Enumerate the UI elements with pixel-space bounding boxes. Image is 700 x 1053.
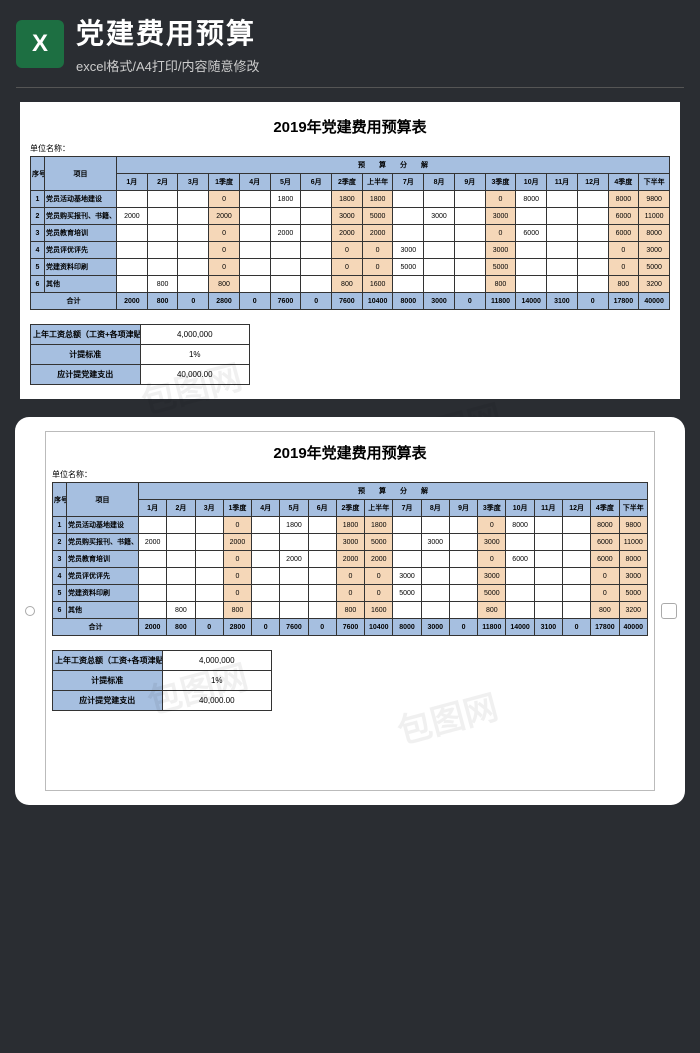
- col-header: 5月: [270, 174, 301, 191]
- col-header: 上半年: [362, 174, 393, 191]
- tablet-mockup: 2019年党建费用预算表 单位名称： 序号 项目 预 算 分 解 1月2月3月1…: [15, 417, 685, 805]
- col-header: 1季度: [209, 174, 240, 191]
- col-header: 下半年: [619, 500, 647, 517]
- col-header: 10月: [506, 500, 534, 517]
- budget-table: 序号 项目 预 算 分 解 1月2月3月1季度4月5月6月2季度上半年7月8月9…: [52, 482, 648, 636]
- col-header: 12月: [577, 174, 608, 191]
- table-row: 4党员评优评先0003000300003000: [53, 568, 648, 585]
- col-header: 9月: [454, 174, 485, 191]
- col-header: 3月: [195, 500, 223, 517]
- table-row: 4党员评优评先0003000300003000: [31, 242, 670, 259]
- col-header: 4月: [252, 500, 280, 517]
- unit-label: 单位名称：: [52, 469, 648, 480]
- th-group: 预 算 分 解: [117, 157, 670, 174]
- col-header: 6月: [301, 174, 332, 191]
- col-header: 4季度: [591, 500, 619, 517]
- col-header: 3季度: [478, 500, 506, 517]
- col-header: 上半年: [365, 500, 393, 517]
- banner-subtitle: excel格式/A4打印/内容随意修改: [76, 56, 259, 75]
- sum-label: 合计: [31, 293, 117, 310]
- th-item: 项目: [45, 157, 117, 191]
- col-header: 3月: [178, 174, 209, 191]
- col-header: 4季度: [608, 174, 639, 191]
- col-header: 8月: [421, 500, 449, 517]
- table-row: 3党员教育培训02000200020000600060008000: [31, 225, 670, 242]
- table-row: 6其他80080080016008008003200: [53, 602, 648, 619]
- col-header: 6月: [308, 500, 336, 517]
- sum-row: 合计 200080002800 076000760010400 80003000…: [31, 293, 670, 310]
- col-header: 10月: [516, 174, 547, 191]
- col-header: 1月: [117, 174, 148, 191]
- col-header: 4月: [239, 174, 270, 191]
- col-header: 1季度: [223, 500, 251, 517]
- th-seq: 序号: [31, 157, 45, 191]
- col-header: 7月: [393, 500, 421, 517]
- table-row: 3党员教育培训02000200020000600060008000: [53, 551, 648, 568]
- divider: [16, 87, 684, 88]
- col-header: 下半年: [639, 174, 670, 191]
- col-header: 8月: [424, 174, 455, 191]
- banner-title: 党建费用预算: [76, 12, 259, 52]
- col-header: 11月: [547, 174, 578, 191]
- col-header: 5月: [280, 500, 308, 517]
- sheet-title: 2019年党建费用预算表: [30, 116, 670, 137]
- col-header: 2季度: [332, 174, 363, 191]
- preview-page-1: 2019年党建费用预算表 单位名称： 序号 项目 预 算 分 解 1月2月3月1…: [20, 102, 680, 399]
- sheet-title: 2019年党建费用预算表: [52, 442, 648, 463]
- month-header-row: 1月2月3月1季度4月5月6月2季度上半年7月8月9月3季度10月11月12月4…: [31, 174, 670, 191]
- budget-table: 序号 项目 预 算 分 解 1月2月3月1季度4月5月6月2季度上半年7月8月9…: [30, 156, 670, 310]
- excel-icon: [16, 20, 64, 68]
- col-header: 1月: [139, 500, 167, 517]
- table-row: 5党建资料印刷0005000500005000: [31, 259, 670, 276]
- col-header: 2季度: [336, 500, 364, 517]
- table-row: 1党员活动基地建设01800180018000800080009800: [53, 517, 648, 534]
- col-header: 3季度: [485, 174, 516, 191]
- unit-label: 单位名称：: [30, 143, 670, 154]
- col-header: 2月: [147, 174, 178, 191]
- col-header: 9月: [449, 500, 477, 517]
- table-row: 2党员购买报刊、书籍、音像资料2000200030005000300030006…: [53, 534, 648, 551]
- table-row: 6其他80080080016008008003200: [31, 276, 670, 293]
- table-row: 5党建资料印刷0005000500005000: [53, 585, 648, 602]
- summary-table: 上年工资总额（工资+各项津贴）4,000,000 计提标准1% 应计提党建支出4…: [30, 324, 250, 385]
- table-row: 2党员购买报刊、书籍、音像资料2000200030005000300030006…: [31, 208, 670, 225]
- summary-table: 上年工资总额（工资+各项津贴）4,000,000 计提标准1% 应计提党建支出4…: [52, 650, 272, 711]
- col-header: 11月: [534, 500, 562, 517]
- col-header: 12月: [562, 500, 590, 517]
- table-row: 1党员活动基地建设01800180018000800080009800: [31, 191, 670, 208]
- col-header: 7月: [393, 174, 424, 191]
- col-header: 2月: [167, 500, 195, 517]
- banner: 党建费用预算 excel格式/A4打印/内容随意修改: [0, 0, 700, 87]
